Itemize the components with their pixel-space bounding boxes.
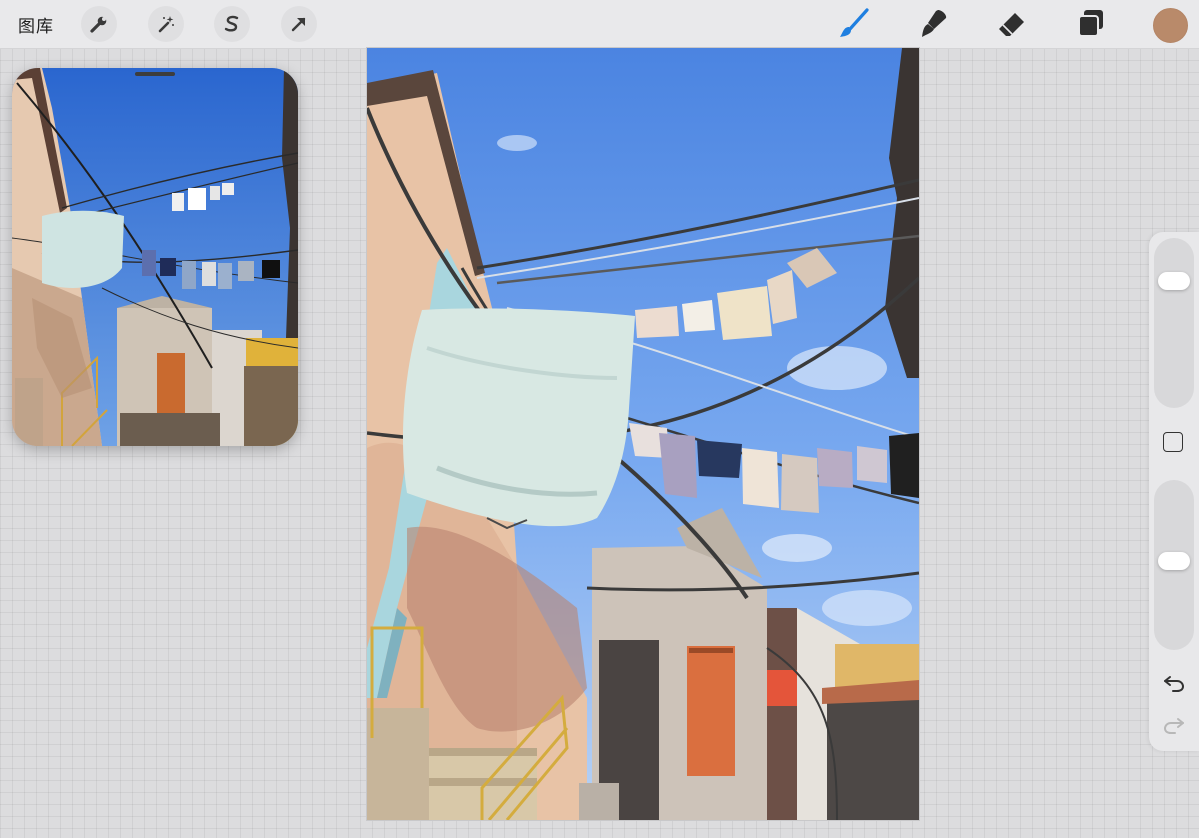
magic-wand-icon — [158, 16, 174, 33]
redo-icon — [1163, 718, 1184, 734]
smudge-icon — [922, 10, 947, 37]
redo-button[interactable] — [1162, 713, 1186, 737]
color-picker-button[interactable] — [1153, 8, 1188, 43]
brush-size-thumb[interactable] — [1158, 272, 1190, 290]
brush-tool-button[interactable] — [835, 5, 873, 43]
canvas-artwork — [367, 48, 919, 820]
actions-button[interactable] — [81, 6, 117, 42]
layers-button[interactable] — [1072, 5, 1110, 43]
wrench-icon — [90, 16, 107, 33]
smudge-tool-button[interactable] — [914, 5, 952, 43]
eraser-tool-button[interactable] — [993, 5, 1031, 43]
drawing-canvas[interactable] — [367, 48, 919, 820]
transform-button[interactable] — [281, 6, 317, 42]
opacity-slider[interactable] — [1154, 480, 1194, 650]
eraser-icon — [999, 13, 1024, 36]
selection-button[interactable] — [214, 6, 250, 42]
layers-icon — [1078, 10, 1103, 37]
side-toolbar — [1149, 232, 1199, 751]
undo-button[interactable] — [1162, 671, 1186, 695]
adjustments-button[interactable] — [148, 6, 184, 42]
brush-icon — [840, 8, 869, 37]
opacity-thumb[interactable] — [1158, 551, 1190, 570]
selection-s-icon — [224, 15, 239, 32]
undo-icon — [1164, 676, 1185, 692]
reference-photo — [12, 68, 298, 446]
gallery-link[interactable]: 图库 — [18, 12, 54, 37]
transform-arrow-icon — [291, 17, 306, 32]
reference-drag-handle[interactable] — [135, 72, 175, 76]
reference-window[interactable] — [12, 68, 298, 446]
brush-size-slider[interactable] — [1154, 238, 1194, 408]
top-toolbar: 图库 — [0, 0, 1199, 49]
eyedropper-button[interactable] — [1163, 432, 1183, 452]
